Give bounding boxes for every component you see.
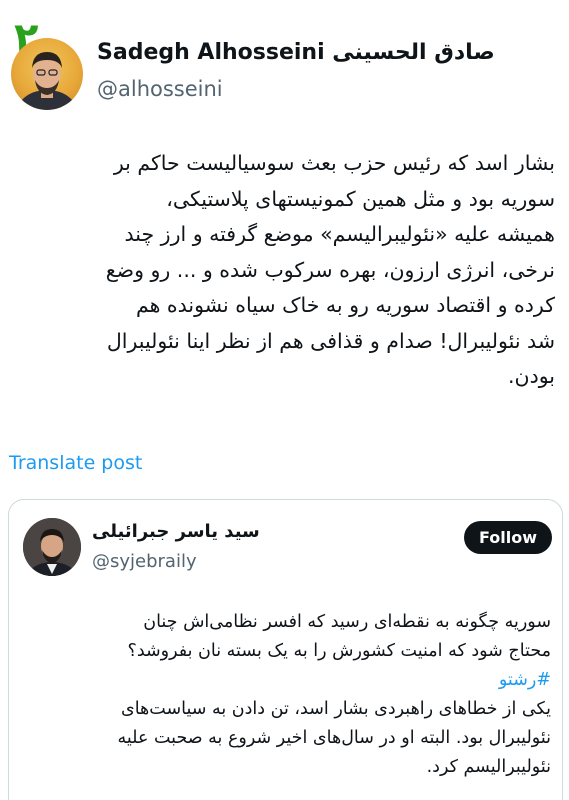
- author-avatar[interactable]: [11, 38, 83, 110]
- quote-line: سوریه چگونه به نقطه‌ای رسید که افسر نظام…: [143, 612, 551, 632]
- quote-author-handle[interactable]: @syjebraily: [92, 551, 197, 572]
- tweet-line: شد نئولیبرال! صدام و قذافی هم از نظر این…: [106, 328, 555, 353]
- quote-hashtag[interactable]: #رشتو: [19, 666, 551, 695]
- quote-line: یکی از خطاهای راهبردی بشار اسد، تن دادن …: [121, 699, 551, 719]
- quoted-tweet-card[interactable]: سید یاسر جبرائیلی @syjebraily Follow سور…: [8, 499, 563, 800]
- tweet-line: بشار اسد که رئیس حزب بعث سوسیالیست حاکم …: [113, 151, 555, 175]
- quote-body: سوریه چگونه به نقطه‌ای رسید که افسر نظام…: [19, 608, 551, 782]
- tweet-line: بودن.: [508, 364, 555, 388]
- tweet-line: نرخی، انرژی ارزون، بهره سرکوب شده و ... …: [105, 257, 555, 282]
- quote-author-avatar[interactable]: [23, 518, 81, 576]
- author-avatar-image: [17, 52, 77, 110]
- quote-line: محتاج شود که امنیت کشورش را به یک بسته ن…: [127, 641, 551, 661]
- follow-button[interactable]: Follow: [464, 521, 552, 554]
- author-handle[interactable]: @alhosseini: [97, 77, 223, 101]
- translate-post-link[interactable]: Translate post: [9, 452, 142, 474]
- quote-line: نئولیبرال بود. البته او در سال‌های اخیر …: [117, 728, 551, 748]
- quote-author-name[interactable]: سید یاسر جبرائیلی: [92, 521, 260, 542]
- author-display-name[interactable]: Sadegh Alhosseini صادق الحسینی: [97, 40, 495, 65]
- quote-line: نئولیبرالیسم کرد.: [426, 757, 551, 777]
- tweet-line: همیشه علیه «نئولیبرالیسم» موضع گرفته و ا…: [124, 222, 555, 246]
- tweet-line: سوریه بود و مثل همین کمونیستهای پلاستیکی…: [166, 186, 555, 211]
- tweet-body: بشار اسد که رئیس حزب بعث سوسیالیست حاکم …: [14, 146, 555, 395]
- quote-author-avatar-image: [23, 518, 81, 576]
- tweet-header: Sadegh Alhosseini صادق الحسینی @alhossei…: [0, 36, 569, 116]
- tweet-line: کرده و اقتصاد سوریه رو به خاک سیاه نشوند…: [135, 293, 555, 317]
